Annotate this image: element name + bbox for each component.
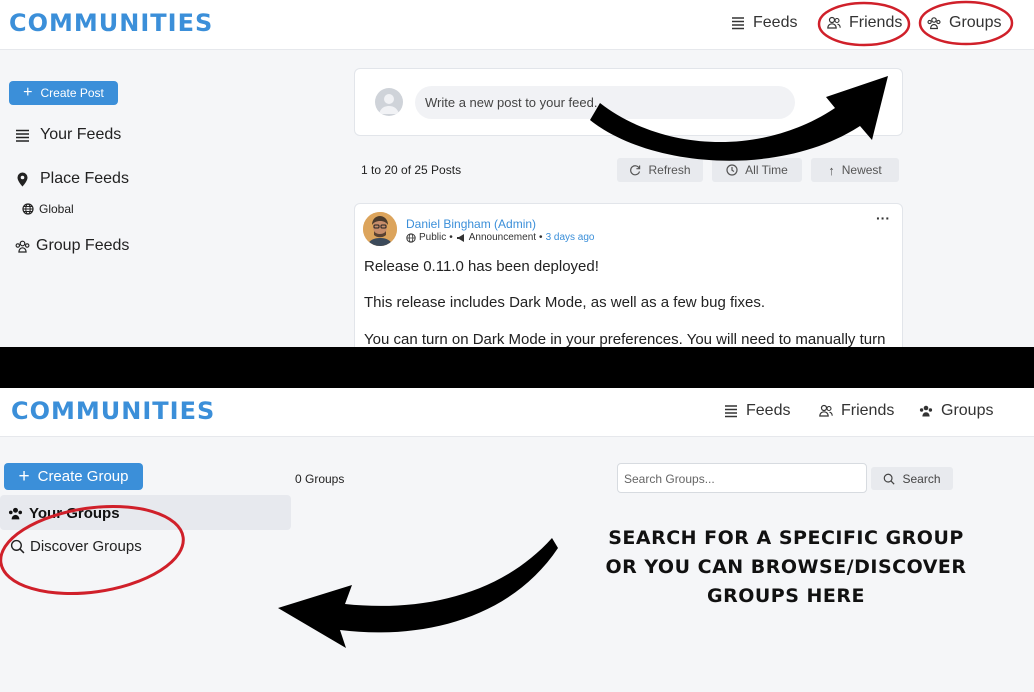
post-menu-icon[interactable]: ··· bbox=[876, 210, 890, 226]
groups-screenshot: COMMUNITIES Feeds Friends Groups + Creat… bbox=[0, 388, 1034, 692]
top-navbar: COMMUNITIES Feeds Friends Groups bbox=[0, 0, 1034, 50]
sidebar-item-your-feeds[interactable]: Your Feeds bbox=[15, 126, 121, 144]
nav-feeds[interactable]: Feeds bbox=[724, 402, 790, 420]
brand-logo[interactable]: COMMUNITIES bbox=[9, 9, 213, 37]
plus-icon: + bbox=[18, 466, 30, 487]
post-composer: Write a new post to your feed... bbox=[354, 68, 903, 136]
refresh-label: Refresh bbox=[648, 163, 691, 177]
user-silhouette-icon bbox=[379, 94, 399, 114]
sidebar-item-group-feeds[interactable]: Group Feeds bbox=[15, 237, 129, 255]
nav-groups[interactable]: Groups bbox=[919, 402, 993, 420]
create-post-button[interactable]: + Create Post bbox=[9, 81, 118, 105]
nav-friends[interactable]: Friends bbox=[819, 402, 894, 420]
nav-groups[interactable]: Groups bbox=[927, 14, 1001, 32]
meta-separator: • bbox=[539, 232, 543, 243]
location-pin-icon bbox=[17, 172, 28, 186]
brand-logo[interactable]: COMMUNITIES bbox=[11, 397, 215, 425]
create-group-label: Create Group bbox=[37, 468, 129, 485]
create-post-label: Create Post bbox=[40, 86, 104, 100]
search-button-label: Search bbox=[902, 471, 941, 486]
list-icon bbox=[16, 129, 29, 142]
search-button[interactable]: Search bbox=[871, 467, 953, 490]
sidebar-subitem-label: Global bbox=[39, 202, 74, 216]
feeds-screenshot: COMMUNITIES Feeds Friends Groups + Creat… bbox=[0, 0, 1034, 347]
groups-count: 0 Groups bbox=[295, 472, 345, 486]
sidebar-item-your-groups[interactable]: Your Groups bbox=[0, 495, 291, 530]
sidebar-subitem-global[interactable]: Global bbox=[22, 202, 74, 216]
sidebar-item-label: Your Groups bbox=[29, 505, 120, 522]
nav-groups-label: Groups bbox=[941, 402, 994, 419]
meta-separator: • bbox=[449, 232, 453, 243]
globe-icon bbox=[406, 232, 416, 243]
time-filter-label: All Time bbox=[745, 163, 788, 177]
groups-filled-icon bbox=[8, 507, 23, 520]
time-filter-button[interactable]: All Time bbox=[712, 158, 802, 182]
create-group-button[interactable]: + Create Group bbox=[4, 463, 143, 490]
post-author-link[interactable]: Daniel Bingham (Admin) bbox=[406, 217, 536, 231]
sidebar-item-label: Group Feeds bbox=[36, 237, 130, 254]
megaphone-icon bbox=[456, 233, 464, 242]
list-icon bbox=[732, 17, 744, 30]
search-icon bbox=[10, 539, 25, 554]
globe-icon bbox=[22, 203, 34, 215]
nav-groups-label: Groups bbox=[949, 14, 1002, 31]
nav-feeds-label: Feeds bbox=[746, 402, 791, 419]
users-icon bbox=[819, 404, 833, 417]
bottom-navbar: COMMUNITIES Feeds Friends Groups bbox=[0, 388, 1034, 437]
new-post-input[interactable]: Write a new post to your feed... bbox=[415, 86, 795, 119]
clock-icon bbox=[726, 164, 738, 176]
refresh-button[interactable]: Refresh bbox=[617, 158, 703, 182]
post-visibility: Public bbox=[419, 232, 447, 243]
post-count: 1 to 20 of 25 Posts bbox=[361, 163, 462, 177]
sort-button[interactable]: ↑ Newest bbox=[811, 158, 899, 182]
post-meta: Public • Announcement • 3 days ago bbox=[406, 232, 595, 243]
sidebar-item-label: Your Feeds bbox=[40, 126, 122, 143]
sidebar-item-discover-groups[interactable]: Discover Groups bbox=[10, 538, 142, 555]
users-icon bbox=[827, 16, 841, 29]
post-body-line: You can turn on Dark Mode in your prefer… bbox=[364, 331, 886, 347]
author-photo-icon bbox=[363, 212, 397, 246]
nav-friends-label: Friends bbox=[841, 402, 895, 419]
post-card: Daniel Bingham (Admin) Public • Announce… bbox=[354, 203, 903, 347]
sidebar-item-place-feeds[interactable]: Place Feeds bbox=[15, 170, 129, 188]
sidebar-item-label: Discover Groups bbox=[30, 538, 142, 555]
post-time-link[interactable]: 3 days ago bbox=[546, 232, 595, 243]
search-icon bbox=[884, 473, 896, 485]
search-groups-input[interactable]: Search Groups... bbox=[617, 463, 867, 493]
post-body-line: Release 0.11.0 has been deployed! bbox=[364, 258, 599, 275]
author-avatar[interactable] bbox=[363, 212, 397, 246]
screenshot-divider bbox=[0, 347, 1034, 388]
refresh-icon bbox=[630, 165, 641, 176]
list-icon bbox=[725, 405, 737, 418]
nav-feeds[interactable]: Feeds bbox=[731, 14, 797, 32]
plus-icon: + bbox=[23, 84, 33, 101]
sort-arrow-icon: ↑ bbox=[828, 162, 835, 178]
avatar bbox=[375, 88, 403, 116]
nav-feeds-label: Feeds bbox=[753, 14, 798, 31]
groups-icon bbox=[927, 17, 941, 30]
sidebar-item-label: Place Feeds bbox=[40, 170, 129, 187]
sort-label: Newest bbox=[841, 163, 882, 177]
groups-icon bbox=[15, 240, 30, 253]
nav-friends-label: Friends bbox=[849, 14, 903, 31]
groups-filled-icon bbox=[919, 405, 933, 417]
post-body-line: This release includes Dark Mode, as well… bbox=[364, 294, 766, 311]
nav-friends[interactable]: Friends bbox=[827, 14, 902, 32]
annotation-caption: SEARCH FOR A SPECIFIC GROUP OR YOU CAN B… bbox=[605, 527, 967, 607]
post-type: Announcement bbox=[468, 232, 537, 243]
